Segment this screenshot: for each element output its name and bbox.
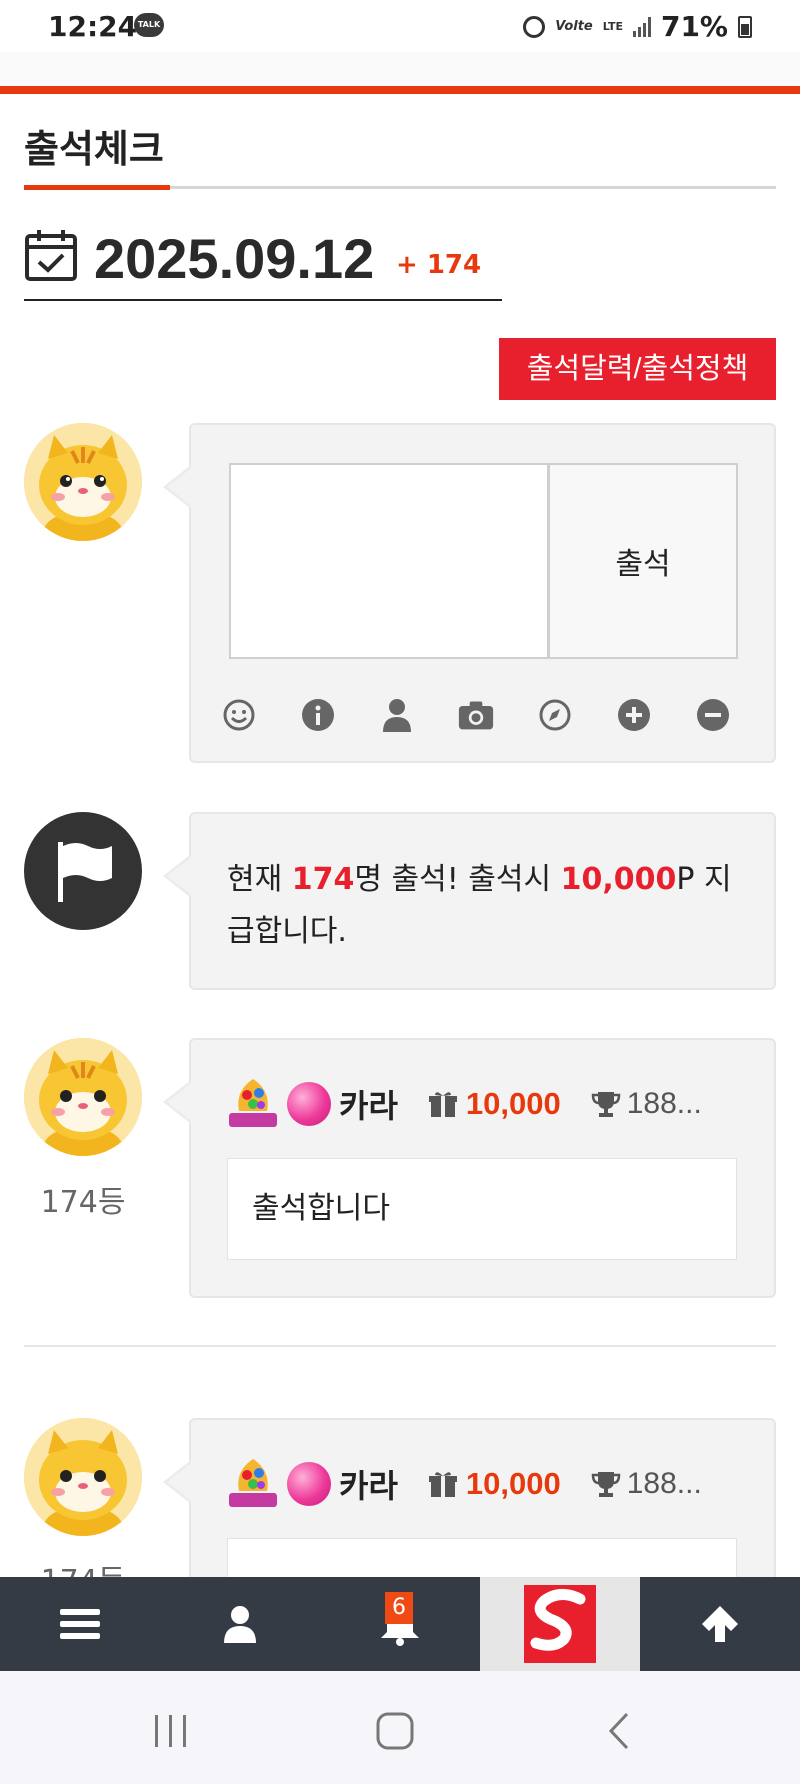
status-bar: 12:24 TALK Volte LTE 71%	[0, 0, 800, 52]
notice-count: 174	[291, 862, 355, 897]
arrow-up-icon	[702, 1606, 738, 1642]
compass-icon[interactable]	[537, 697, 573, 733]
system-nav-bar	[0, 1671, 800, 1784]
attendance-calendar-button[interactable]: 출석달력/출석정책	[499, 338, 776, 400]
menu-icon	[60, 1609, 100, 1639]
lte-indicator: LTE	[602, 20, 623, 33]
battery-icon	[738, 15, 752, 38]
nav-profile-button[interactable]	[160, 1577, 320, 1671]
trophy-icon	[591, 1092, 620, 1117]
smile-icon[interactable]	[221, 697, 257, 733]
entry-header: 카라 10,000 188...	[227, 1459, 747, 1508]
back-button[interactable]	[590, 1701, 650, 1761]
home-icon	[376, 1712, 414, 1750]
entry-header: 카라 10,000 188...	[227, 1079, 747, 1128]
volte-indicator: Volte	[555, 19, 593, 34]
user-icon[interactable]	[379, 697, 415, 733]
entry-divider	[24, 1345, 776, 1347]
attendance-entry: 카라 10,000 188... 출석합니다	[163, 1038, 776, 1298]
battery-percent: 71%	[660, 10, 728, 43]
tiger-avatar-icon	[24, 1038, 142, 1156]
notice-points: 10,000	[560, 862, 677, 897]
kakaotalk-notification-icon: TALK	[134, 13, 164, 37]
back-icon	[608, 1712, 629, 1750]
level-badge-icon	[229, 1459, 277, 1507]
attendance-notice-card: 현재 174명 출석! 출석시 10,000P 지급합니다.	[163, 812, 776, 990]
title-divider-accent	[24, 185, 170, 190]
alarm-icon	[523, 15, 546, 38]
entry-points: 10,000	[465, 1466, 561, 1501]
level-badge-icon	[229, 1079, 277, 1127]
header-remnant	[0, 52, 800, 86]
header-accent-line	[0, 86, 800, 94]
date-underline	[24, 299, 502, 301]
tiger-avatar-icon	[24, 1418, 142, 1536]
entry-nickname[interactable]: 카라	[339, 1081, 398, 1127]
attend-submit-button[interactable]: 출석	[548, 463, 738, 659]
status-time: 12:24	[48, 10, 138, 43]
attend-toolbar	[221, 695, 731, 735]
entry-message: 출석합니다	[227, 1158, 737, 1260]
calendar-check-icon	[25, 230, 77, 281]
info-icon[interactable]	[300, 697, 336, 733]
camera-icon[interactable]	[458, 697, 494, 733]
user-avatar	[24, 423, 142, 541]
entry-avatar[interactable]	[24, 1418, 142, 1536]
plus-circle-icon[interactable]	[616, 697, 652, 733]
attendance-date: 2025.09.12	[94, 227, 375, 290]
recent-apps-icon	[155, 1715, 186, 1747]
entry-avatar[interactable]	[24, 1038, 142, 1156]
attendance-message-input[interactable]	[229, 463, 549, 659]
attendance-notice: 현재 174명 출석! 출석시 10,000P 지급합니다.	[227, 862, 732, 949]
recent-apps-button[interactable]	[141, 1701, 201, 1761]
notification-count-badge: 6	[385, 1592, 413, 1624]
trophy-icon	[591, 1472, 620, 1497]
site-logo-icon	[524, 1585, 596, 1663]
nav-logo-button[interactable]	[480, 1577, 640, 1671]
attend-form-card: 출석	[163, 423, 776, 763]
entry-score: 188...	[626, 1087, 702, 1120]
nav-scroll-top-button[interactable]	[640, 1577, 800, 1671]
flag-icon	[58, 842, 112, 902]
minus-circle-icon[interactable]	[695, 697, 731, 733]
entry-rank: 174등	[40, 1185, 126, 1220]
gift-icon	[428, 1092, 457, 1117]
entry-score: 188...	[626, 1467, 702, 1500]
member-ball-icon	[287, 1462, 331, 1506]
member-ball-icon	[287, 1082, 331, 1126]
page-title: 출석체크	[24, 127, 164, 171]
signal-icon	[632, 16, 651, 37]
entry-nickname[interactable]: 카라	[339, 1461, 398, 1507]
gift-icon	[428, 1472, 457, 1497]
attendance-count-delta: + 174	[396, 250, 482, 280]
notice-avatar	[24, 812, 142, 930]
entry-points: 10,000	[465, 1086, 561, 1121]
nav-menu-button[interactable]	[0, 1577, 160, 1671]
status-icons: Volte LTE 71%	[523, 10, 752, 43]
user-icon	[224, 1606, 256, 1643]
tiger-avatar-icon	[24, 423, 142, 541]
home-button[interactable]	[365, 1701, 425, 1761]
